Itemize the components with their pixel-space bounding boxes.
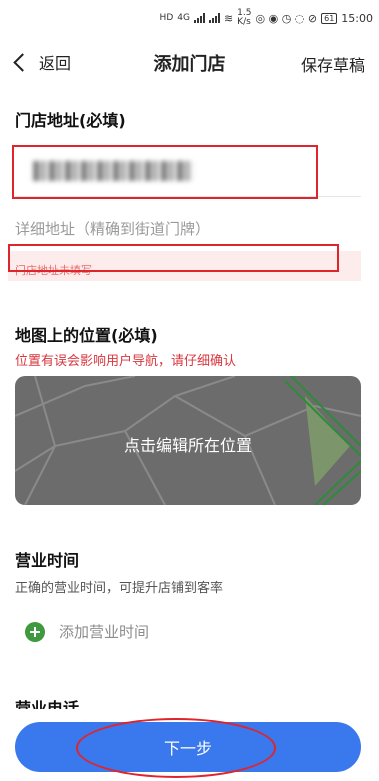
hours-subtitle: 正确的营业时间，可提升店铺到客率 bbox=[15, 581, 224, 596]
nav-bar: 返回 添加门店 保存草稿 bbox=[0, 42, 379, 84]
status-bar: HD 4G ≋ 1.5 K/s ◎ ◉ ◷ ◌ ⊘ 61 15:00 bbox=[0, 0, 379, 32]
address-section-title: 门店地址(必填) bbox=[15, 111, 126, 130]
status-icons: HD 4G ≋ 1.5 K/s ◎ ◉ ◷ ◌ ⊘ 61 15:00 bbox=[160, 9, 373, 27]
net-speed: 1.5 K/s bbox=[237, 8, 252, 27]
map-edit-label: 点击编辑所在位置 bbox=[123, 436, 252, 455]
add-circle-icon bbox=[25, 621, 45, 642]
save-draft-button[interactable]: 保存草稿 bbox=[301, 52, 365, 76]
annotation-ellipse-next bbox=[76, 718, 276, 778]
hd-badge: HD bbox=[159, 12, 174, 23]
battery-icon: 61 bbox=[321, 12, 338, 24]
signal-icon bbox=[193, 13, 205, 23]
map-location-card[interactable]: 点击编辑所在位置 bbox=[15, 376, 361, 505]
signal-icon-2 bbox=[208, 13, 220, 23]
map-warning: 位置有误会影响用户导航，请仔细确认 bbox=[15, 354, 237, 369]
status-time: 15:00 bbox=[341, 11, 373, 25]
notification-icons: ◎ ◉ ◷ ◌ ⊘ bbox=[255, 11, 318, 25]
detail-address-input[interactable]: 详细地址（精确到街道门牌） bbox=[15, 218, 361, 239]
signal-label: 4G bbox=[177, 12, 190, 23]
map-section-title: 地图上的位置(必填) bbox=[15, 326, 158, 345]
phone-section-title: 营业电话 bbox=[15, 700, 79, 709]
add-hours-button[interactable]: 添加营业时间 bbox=[25, 621, 149, 642]
hours-section-title: 营业时间 bbox=[15, 551, 80, 570]
annotation-box-error bbox=[8, 244, 339, 272]
wifi-icon: ≋ bbox=[223, 11, 234, 25]
annotation-box-address bbox=[12, 145, 318, 199]
add-hours-label: 添加营业时间 bbox=[59, 623, 150, 641]
